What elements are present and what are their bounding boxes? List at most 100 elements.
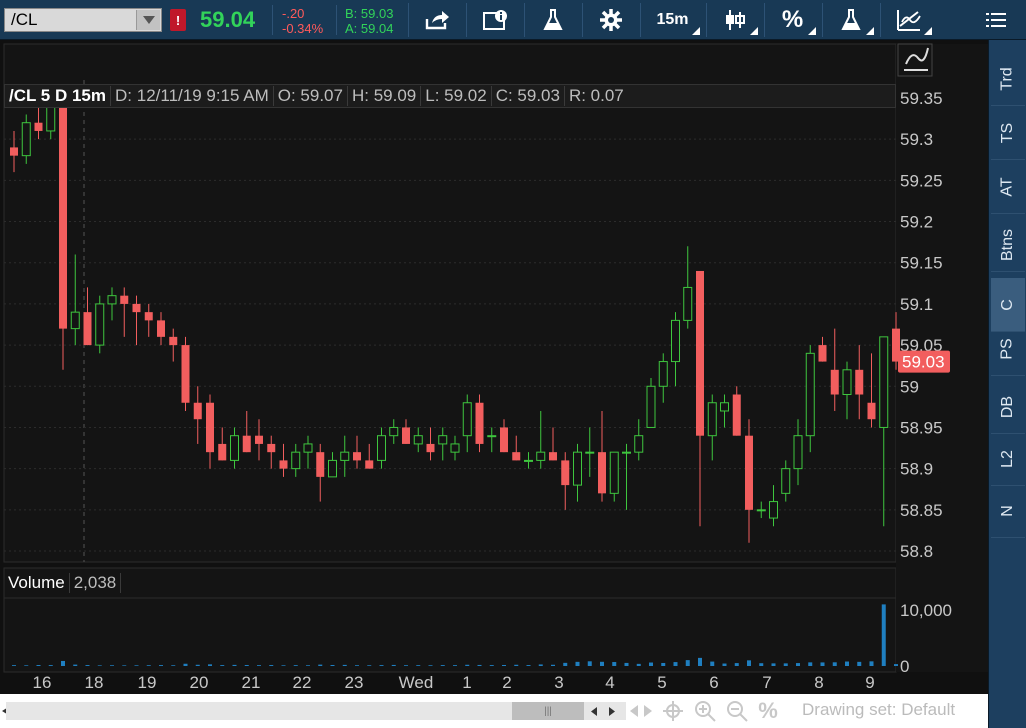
volume-bar [146,665,151,666]
candle-body [316,452,325,477]
zoom-in-icon [695,701,716,722]
arrow-right-icon [609,706,615,716]
sidebar-tab-label: C [999,298,1016,311]
bar-range: R: 0.07 [568,86,624,105]
volume-bar [306,665,310,666]
candle-body [144,312,153,321]
menu-button[interactable] [976,3,1016,37]
volume-bar [796,663,800,666]
volume-bar [428,665,433,666]
sidebar-tab-db[interactable]: DB [991,380,1025,434]
volume-value: 2,038 [70,573,122,593]
percent-scale-button[interactable]: % [756,698,780,723]
net-change: -.20 [282,6,305,21]
percent-view-button[interactable]: % [764,3,820,37]
candle-body [732,394,741,436]
price-tick-label: 59.1 [900,295,933,314]
candle-body [120,295,129,304]
sidebar-tab-label: N [999,504,1016,517]
candle-body [793,435,803,470]
volume-bar [85,665,90,666]
toolbar-divider [336,5,337,35]
crosshair-button[interactable] [662,700,684,722]
timeframe-selector[interactable]: 15m [640,3,704,37]
price-change: -.20 -0.34% [282,6,323,36]
candle-body [818,345,827,362]
candle-body [132,303,141,313]
sidebar-tab-btns[interactable]: Btns [991,218,1025,272]
candle-body [756,509,766,512]
bar-low: L: 59.02 [421,86,492,106]
time-tick-label: 1 [462,673,471,692]
scroll-forward-button[interactable] [606,702,618,720]
sidebar-tab-at[interactable]: AT [991,160,1025,214]
candle-body [353,452,361,461]
time-tick-label: 6 [709,673,718,692]
sidebar-tab-trd[interactable]: Trd [991,52,1025,106]
sidebar-tab-label: L2 [998,449,1016,468]
time-tick-label: Wed [399,673,434,692]
candle-body [830,369,839,395]
candle-body [377,435,386,461]
list-menu-icon [986,13,1006,27]
drawing-set-selector[interactable]: Drawing set: Default [802,700,955,720]
time-tick-label: 20 [190,673,209,692]
volume-bar [563,662,568,666]
chart-style-toggle[interactable] [897,43,933,77]
chart-area[interactable]: 59.35 59.3 59.25 59.2 59.15 59.1 59.05 59 58.95 5… [0,40,988,694]
volume-header: Volume 2,038 [4,570,122,596]
chart-title[interactable]: /CL 5 D 15m [5,86,112,106]
drawings-button[interactable] [880,3,936,37]
candle-body [279,460,288,469]
volume-bar [477,664,482,666]
flask-icon [542,9,563,30]
candle-body [83,312,92,346]
volume-bar [367,665,372,666]
volume-bar [869,661,874,666]
chart-style-button[interactable] [706,3,762,37]
sidebar-tab-l2[interactable]: L2 [991,432,1025,486]
candle-body [10,147,18,156]
sidebar-tab-label: Btns [998,228,1016,261]
zoom-in-button[interactable] [694,700,716,722]
candle-body [561,460,570,486]
candle-body [585,451,595,454]
share-button[interactable] [408,3,464,37]
volume-bar [220,665,225,666]
candle-body [242,435,251,453]
candle-body [206,402,214,453]
candle-body [438,435,448,445]
price-tick-label: 58.8 [900,542,933,561]
alert-badge[interactable]: ! [170,9,186,31]
sidebar-tab-ts[interactable]: TS [991,106,1025,160]
price-chart[interactable]: 59.3559.359.2559.259.1559.159.055958.955… [0,40,988,694]
candle-body [696,270,704,436]
studies-button[interactable] [524,3,580,37]
volume-bar [453,665,457,666]
studies-menu-button[interactable] [822,3,878,37]
sidebar-tab-ps[interactable]: PS [991,322,1025,376]
scrollbar-thumb[interactable]: ||| [512,702,584,720]
volume-label[interactable]: Volume [4,573,70,593]
candle-body [745,435,753,510]
volume-bar [159,665,163,666]
price-tick-label: 59.2 [900,213,933,232]
candle-body [549,452,557,461]
last-price: 59.04 [200,7,256,32]
volume-bar [73,664,78,666]
bar-date: D: 12/11/19 9:15 AM [111,86,274,106]
symbol-dropdown-button[interactable] [136,10,160,30]
candle-body [842,369,852,396]
volume-bar [195,664,200,666]
volume-bar [820,662,825,666]
volume-bar [12,665,16,666]
bottom-toolbar: ||| % Drawing set: Default [0,694,988,728]
zoom-out-button[interactable] [726,700,748,722]
dropdown-corner-icon [808,27,816,35]
settings-button[interactable] [582,3,638,37]
volume-bar [244,664,249,666]
expand-button[interactable] [630,700,652,722]
scroll-back-button[interactable] [588,702,600,720]
sidebar-tab-n[interactable]: N [991,484,1025,538]
info-button[interactable] [466,3,522,37]
